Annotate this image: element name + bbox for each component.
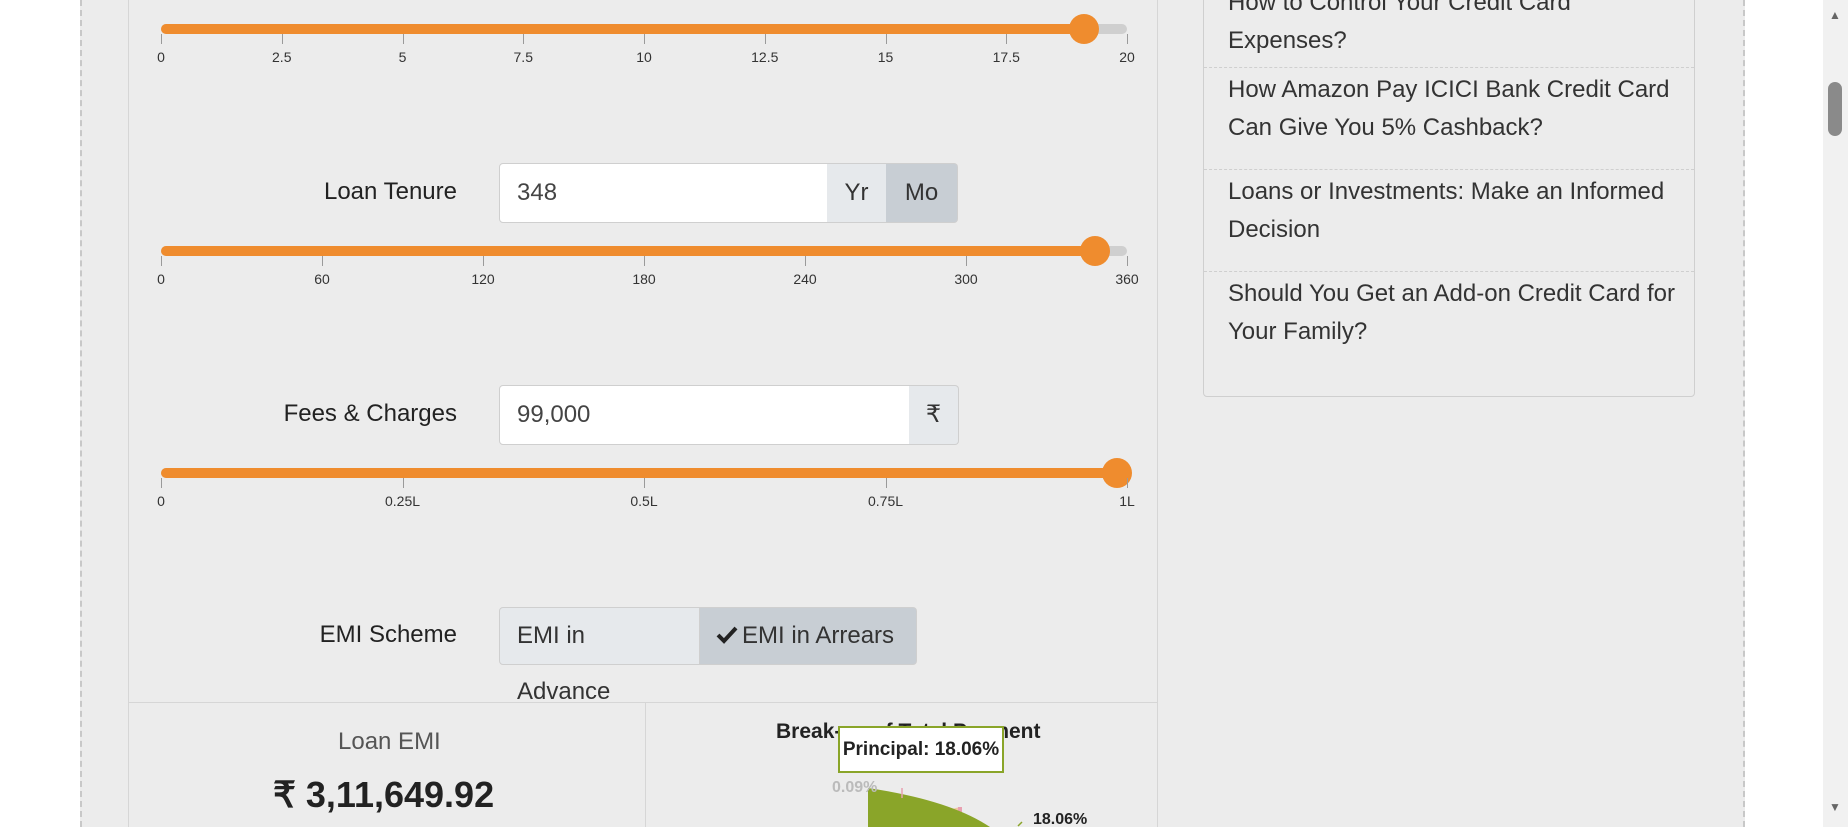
- slider-tick: [805, 256, 806, 266]
- slider-tick-label: 0: [157, 493, 165, 509]
- slider-tick-label: 60: [314, 271, 330, 287]
- slider-tick-label: 120: [471, 271, 495, 287]
- article-separator: [1204, 169, 1694, 170]
- interest-rate-slider-fill: [161, 24, 1084, 34]
- slider-tick-label: 17.5: [992, 49, 1020, 65]
- slider-tick-label: 2.5: [272, 49, 292, 65]
- slider-tick-label: 0: [157, 49, 165, 65]
- slider-tick: [402, 478, 404, 488]
- loan-tenure-slider[interactable]: [161, 236, 1127, 266]
- slider-tick-label: 1L: [1119, 493, 1135, 509]
- slider-tick: [161, 34, 162, 44]
- related-articles-panel: How to Control Your Credit Card Expenses…: [1203, 0, 1695, 397]
- pie-label-fees: 0.09%: [832, 779, 878, 796]
- slider-tick-label: 15: [877, 49, 894, 65]
- slider-tick-label: 0.5L: [630, 493, 658, 509]
- article-separator: [1204, 271, 1694, 272]
- page-scrollbar[interactable]: ▲ ▼: [1823, 0, 1848, 827]
- slider-tick: [322, 256, 323, 266]
- loan-tenure-input[interactable]: 348: [499, 163, 828, 223]
- currency-addon: ₹: [909, 385, 959, 445]
- slider-tick: [644, 478, 645, 488]
- slider-tick-label: 180: [632, 271, 656, 287]
- emi-scheme-label: EMI Scheme: [319, 621, 457, 648]
- slider-tick: [1127, 34, 1128, 44]
- slider-tick: [1006, 34, 1008, 44]
- slider-tick-label: 12.5: [751, 49, 779, 65]
- loan-emi-title: Loan EMI: [338, 728, 441, 755]
- slider-tick-label: 7.5: [513, 49, 533, 65]
- article-link[interactable]: Loans or Investments: Make an Informed D…: [1228, 173, 1678, 249]
- slider-tick: [161, 478, 162, 488]
- pie-tooltip: Principal: 18.06%: [838, 726, 1004, 773]
- slider-tick: [402, 34, 404, 44]
- slider-tick: [885, 478, 887, 488]
- slider-tick: [483, 256, 484, 266]
- scrollbar-thumb[interactable]: [1828, 82, 1842, 136]
- emi-in-arrears-label: EMI in Arrears: [742, 622, 895, 649]
- slider-tick-label: 10: [636, 49, 652, 65]
- slider-tick: [764, 34, 766, 44]
- emi-calculator-form: 0 2.5 5 7.5 10 12.5 15 17.5 20 Loan Tenure 348 Y…: [128, 0, 1158, 705]
- interest-rate-slider[interactable]: [161, 14, 1127, 44]
- slider-tick: [1127, 256, 1128, 266]
- slider-tick: [966, 256, 967, 266]
- slider-tick-label: 240: [793, 271, 817, 287]
- loan-tenure-label: Loan Tenure: [323, 178, 457, 205]
- loan-tenure-slider-handle[interactable]: [1079, 236, 1110, 266]
- pie-slice-principal[interactable]: [868, 788, 990, 827]
- slider-tick: [1127, 478, 1128, 488]
- article-separator: [1204, 67, 1694, 68]
- slider-tick-label: 360: [1115, 271, 1139, 287]
- slider-tick-label: 300: [954, 271, 978, 287]
- fees-charges-slider-fill: [161, 468, 1118, 478]
- emi-in-arrears-button[interactable]: EMI in Arrears: [699, 607, 917, 665]
- pie-label-connector-principal: [1017, 821, 1023, 827]
- slider-tick: [885, 34, 887, 44]
- check-icon: [716, 609, 738, 665]
- article-link[interactable]: Should You Get an Add-on Credit Card for…: [1228, 275, 1678, 351]
- article-link[interactable]: How Amazon Pay ICICI Bank Credit Card Ca…: [1228, 71, 1678, 147]
- fees-charges-input[interactable]: 99,000: [499, 385, 910, 445]
- scroll-up-icon[interactable]: ▲: [1829, 8, 1841, 22]
- emi-in-advance-button[interactable]: EMI in Advance: [499, 607, 700, 705]
- slider-tick-label: 0.75L: [867, 493, 904, 509]
- slider-tick: [644, 256, 645, 266]
- fees-charges-label: Fees & Charges: [283, 400, 457, 427]
- fees-charges-slider[interactable]: [161, 458, 1133, 488]
- slider-tick: [161, 256, 162, 266]
- slider-tick-label: 20: [1119, 49, 1135, 65]
- loan-tenure-slider-fill: [161, 246, 1095, 256]
- pie-label-principal: 18.06%: [1033, 811, 1088, 828]
- article-link[interactable]: How to Control Your Credit Card Expenses…: [1228, 0, 1678, 60]
- tenure-month-toggle[interactable]: Mo: [886, 163, 958, 223]
- tenure-year-toggle[interactable]: Yr: [827, 163, 887, 223]
- slider-tick: [281, 34, 283, 44]
- slider-tick-label: 5: [398, 49, 407, 65]
- results-divider: [645, 703, 646, 827]
- scroll-down-icon[interactable]: ▼: [1829, 800, 1841, 814]
- slider-tick-label: 0: [157, 271, 165, 287]
- slider-tick: [644, 34, 645, 44]
- slider-tick-label: 0.25L: [384, 493, 421, 509]
- slider-tick: [523, 34, 525, 44]
- loan-emi-value: ₹ 3,11,649.92: [273, 774, 495, 815]
- interest-rate-slider-handle[interactable]: [1068, 14, 1099, 44]
